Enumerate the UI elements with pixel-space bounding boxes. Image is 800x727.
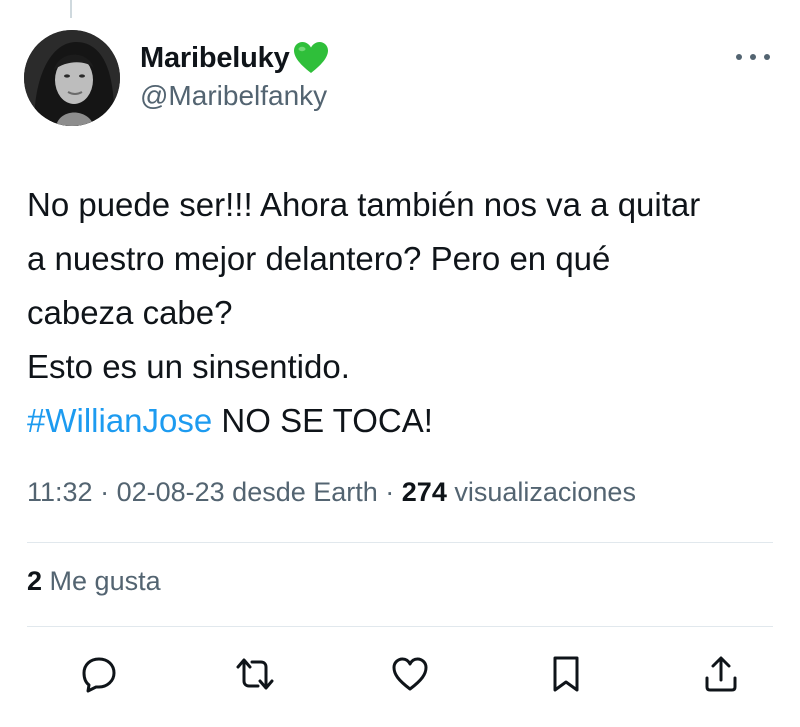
tweet-text-line: cabeza cabe?	[27, 294, 233, 331]
green-heart-icon	[292, 40, 330, 76]
tweet-time[interactable]: 11:32	[27, 477, 93, 507]
tweet-date[interactable]: 02-08-23	[117, 477, 225, 507]
views-label: visualizaciones	[454, 477, 636, 507]
avatar[interactable]	[24, 30, 120, 126]
display-name-row: Maribeluky	[140, 38, 330, 78]
share-button[interactable]	[697, 652, 745, 696]
reply-button[interactable]	[75, 652, 123, 696]
meta-separator: ·	[377, 477, 402, 507]
divider	[27, 626, 773, 627]
more-dot	[764, 54, 770, 60]
tweet-text-line: Esto es un sinsentido.	[27, 348, 350, 385]
likes-summary[interactable]: 2 Me gusta	[27, 566, 161, 597]
heart-icon	[392, 657, 428, 691]
bookmark-icon	[553, 656, 578, 692]
tweet-text-line: No puede ser!!! Ahora también nos va a q…	[27, 186, 701, 223]
tweet-meta: 11:32 · 02-08-23 desde Earth · 274 visua…	[27, 477, 636, 508]
tweet-text: No puede ser!!! Ahora también nos va a q…	[27, 178, 777, 448]
reply-icon	[82, 657, 116, 693]
tweet-text-line-hashtag: #WillianJose NO SE TOCA!	[27, 394, 777, 448]
thread-line	[70, 0, 72, 18]
avatar-image	[24, 30, 120, 126]
more-horizontal-icon[interactable]	[736, 48, 770, 66]
like-button[interactable]	[386, 652, 434, 696]
more-dot	[736, 54, 742, 60]
more-dot	[750, 54, 756, 60]
action-bar	[75, 652, 745, 696]
likes-count: 2	[27, 566, 43, 596]
share-icon	[705, 656, 737, 692]
views-count: 274	[401, 477, 447, 507]
user-handle[interactable]: @Maribelfanky	[140, 80, 330, 112]
tweet-source: desde Earth	[232, 477, 378, 507]
divider	[27, 542, 773, 543]
tweet-text-line: a nuestro mejor delantero? Pero en qué	[27, 240, 611, 277]
hashtag-trailing-text: NO SE TOCA!	[212, 402, 433, 439]
bookmark-button[interactable]	[542, 652, 590, 696]
hashtag-link[interactable]: #WillianJose	[27, 402, 212, 439]
retweet-button[interactable]	[231, 652, 279, 696]
meta-separator: ·	[92, 477, 117, 507]
retweet-icon	[236, 658, 273, 690]
likes-label: Me gusta	[49, 566, 161, 596]
user-info: Maribeluky @Maribelfanky	[140, 38, 330, 112]
display-name[interactable]: Maribeluky	[140, 42, 290, 75]
